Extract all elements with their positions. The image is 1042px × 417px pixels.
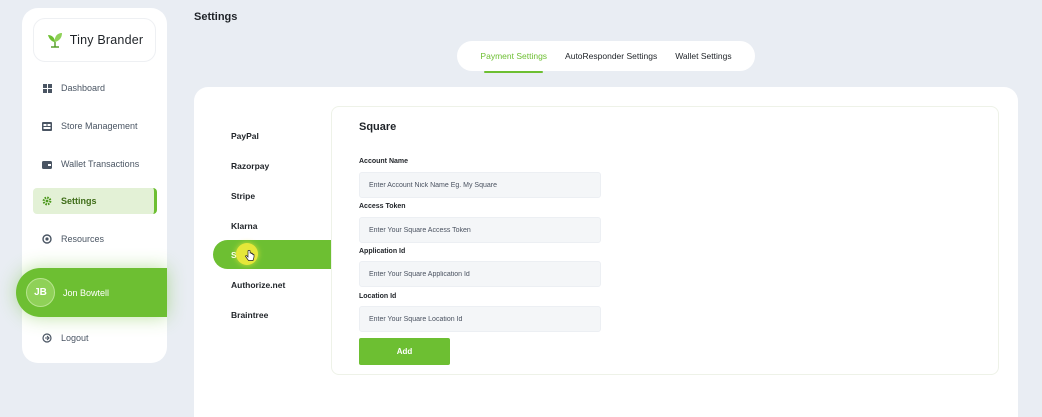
user-name: Jon Bowtell: [63, 287, 110, 298]
wallet-icon: [42, 159, 52, 169]
sidebar-item-settings[interactable]: Settings: [33, 188, 157, 214]
logout-icon: [42, 333, 52, 343]
access-token-input[interactable]: [359, 217, 601, 243]
sidebar-item-store-management[interactable]: Store Management: [33, 113, 157, 139]
form-title: Square: [359, 121, 397, 133]
square-form: Square Account Name Access Token Applica…: [331, 106, 999, 375]
sidebar-item-label: Settings: [61, 196, 97, 206]
provider-authorize-net[interactable]: Authorize.net: [231, 280, 285, 290]
hand-cursor-icon: [245, 250, 255, 261]
logout-button[interactable]: Logout: [33, 325, 157, 351]
sidebar-item-label: Store Management: [61, 121, 138, 131]
avatar: JB: [26, 278, 55, 307]
tab-wallet-settings[interactable]: Wallet Settings: [675, 47, 731, 65]
sidebar-item-resources[interactable]: Resources: [33, 226, 157, 252]
add-button[interactable]: Add: [359, 338, 450, 365]
settings-tabs: Payment Settings AutoResponder Settings …: [457, 41, 755, 73]
provider-paypal[interactable]: PayPal: [231, 131, 259, 141]
sidebar-item-label: Dashboard: [61, 83, 106, 93]
provider-braintree[interactable]: Braintree: [231, 310, 268, 320]
access-token-label: Access Token: [359, 203, 406, 210]
resources-icon: [42, 234, 52, 244]
application-id-label: Application Id: [359, 248, 406, 255]
tab-payment-settings[interactable]: Payment Settings: [480, 47, 547, 73]
application-id-input[interactable]: [359, 261, 601, 287]
provider-razorpay[interactable]: Razorpay: [231, 161, 269, 171]
sidebar-item-wallet-transactions[interactable]: Wallet Transactions: [33, 151, 157, 177]
tab-autoresponder-settings[interactable]: AutoResponder Settings: [565, 47, 657, 65]
brand-name: Tiny Brander: [69, 33, 144, 47]
location-id-input[interactable]: [359, 306, 601, 332]
sidebar-item-dashboard[interactable]: Dashboard: [33, 75, 157, 101]
provider-klarna[interactable]: Klarna: [231, 221, 257, 231]
page-title: Settings: [194, 11, 238, 23]
provider-stripe[interactable]: Stripe: [231, 191, 255, 201]
leaf-icon: [47, 33, 62, 48]
dashboard-icon: [42, 83, 52, 93]
logout-label: Logout: [61, 333, 89, 343]
provider-square[interactable]: S: [213, 240, 331, 269]
account-name-input[interactable]: [359, 172, 601, 198]
brand-logo[interactable]: Tiny Brander: [33, 18, 156, 62]
sidebar-item-label: Resources: [61, 234, 105, 244]
payment-settings-card: PayPal Razorpay Stripe Klarna S Authoriz…: [194, 87, 1018, 417]
gear-icon: [42, 196, 52, 206]
store-icon: [42, 121, 52, 131]
account-name-label: Account Name: [359, 158, 409, 165]
sidebar-item-label: Wallet Transactions: [61, 159, 140, 169]
location-id-label: Location Id: [359, 293, 397, 300]
user-profile[interactable]: JB Jon Bowtell: [16, 268, 167, 317]
